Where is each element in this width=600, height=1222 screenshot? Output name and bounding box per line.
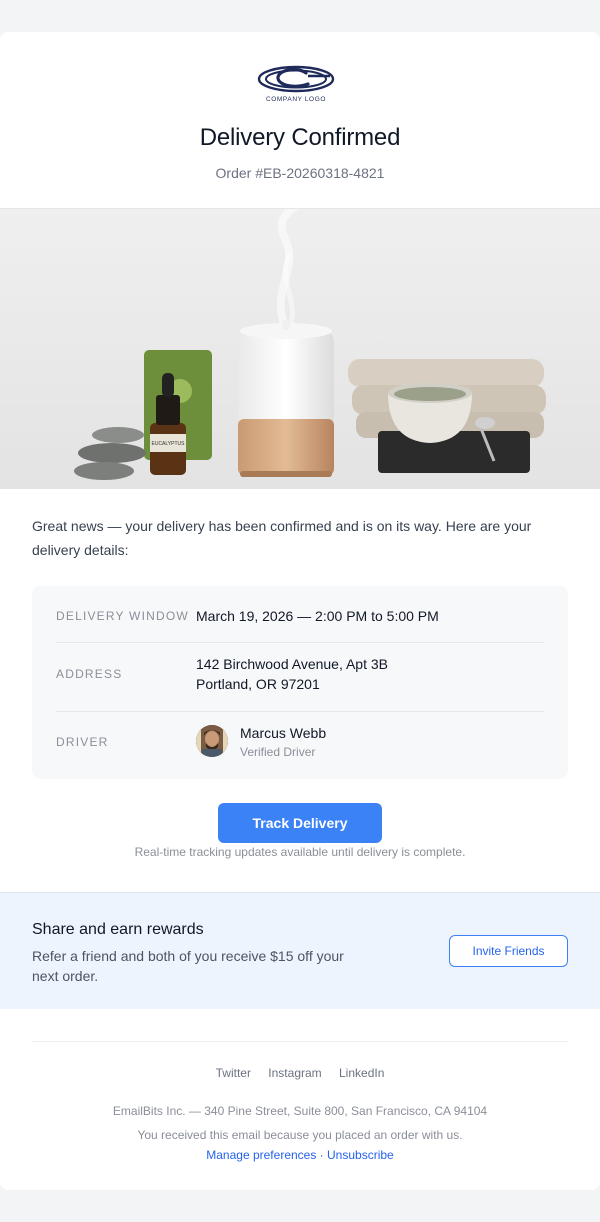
intro-text: Great news — your delivery has been conf… bbox=[32, 518, 532, 558]
divider bbox=[56, 642, 544, 643]
page-title: Delivery Confirmed bbox=[199, 124, 401, 151]
logo-text: COMPANY LOGO bbox=[266, 96, 326, 103]
track-delivery-button[interactable]: Track Delivery bbox=[218, 803, 382, 843]
invite-friends-button[interactable]: Invite Friends bbox=[449, 935, 568, 967]
divider bbox=[56, 711, 544, 712]
address-label: ADDRESS bbox=[56, 667, 123, 681]
driver-label: DRIVER bbox=[56, 735, 109, 749]
social-links: Twitter Instagram LinkedIn bbox=[0, 1066, 600, 1080]
driver-avatar bbox=[196, 725, 228, 757]
email-header: COMPANY LOGO Delivery Confirmed Order #E… bbox=[0, 32, 600, 208]
tracking-note: Real-time tracking updates available unt… bbox=[134, 845, 466, 859]
company-logo: COMPANY LOGO bbox=[250, 64, 342, 104]
footer-links: Manage preferences · Unsubscribe bbox=[0, 1148, 600, 1162]
oil-bottle: EUCALYPTUS bbox=[144, 350, 212, 475]
delivery-window-label: DELIVERY WINDOW bbox=[56, 609, 189, 623]
unsubscribe-link[interactable]: Unsubscribe bbox=[327, 1148, 394, 1162]
twitter-link[interactable]: Twitter bbox=[216, 1066, 251, 1080]
address-line-2: Portland, OR 97201 bbox=[196, 676, 320, 692]
delivery-window-value: March 19, 2026 — 2:00 PM to 5:00 PM bbox=[196, 608, 439, 624]
delivery-details-card: DELIVERY WINDOW March 19, 2026 — 2:00 PM… bbox=[32, 586, 568, 779]
referral-banner: Share and earn rewards Refer a friend an… bbox=[0, 892, 600, 1009]
company-address: EmailBits Inc. — 340 Pine Street, Suite … bbox=[112, 1104, 488, 1118]
driver-row: DRIVER Marcus Webb Verified Driver bbox=[56, 725, 544, 759]
delivery-window-row: DELIVERY WINDOW March 19, 2026 — 2:00 PM… bbox=[56, 606, 544, 626]
bottle-label: EUCALYPTUS bbox=[152, 441, 186, 447]
address-row: ADDRESS 142 Birchwood Avenue, Apt 3B Por… bbox=[56, 654, 544, 694]
driver-status: Verified Driver bbox=[240, 745, 316, 759]
instagram-link[interactable]: Instagram bbox=[268, 1066, 321, 1080]
address-line-1: 142 Birchwood Avenue, Apt 3B bbox=[196, 656, 388, 672]
manage-preferences-link[interactable]: Manage preferences bbox=[206, 1148, 316, 1162]
email-reason: You received this email because you plac… bbox=[137, 1128, 463, 1142]
referral-text: Refer a friend and both of you receive $… bbox=[32, 948, 344, 984]
hero-image: EUCALYPTUS bbox=[0, 208, 600, 489]
link-separator: · bbox=[316, 1148, 328, 1162]
email-card: COMPANY LOGO Delivery Confirmed Order #E… bbox=[0, 32, 600, 1190]
order-number: Order #EB-20260318-4821 bbox=[215, 165, 385, 181]
linkedin-link[interactable]: LinkedIn bbox=[339, 1066, 384, 1080]
driver-name: Marcus Webb bbox=[240, 725, 327, 741]
footer-divider bbox=[32, 1041, 568, 1042]
referral-title: Share and earn rewards bbox=[32, 921, 204, 938]
diffuser bbox=[238, 320, 334, 477]
